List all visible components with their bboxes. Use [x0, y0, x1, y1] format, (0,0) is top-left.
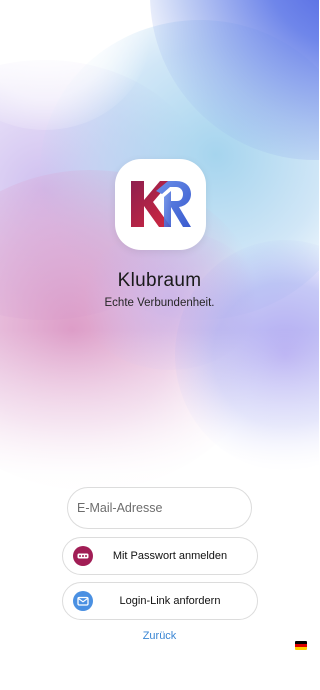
german-flag-icon[interactable] [295, 641, 307, 650]
request-login-link-button[interactable]: Login-Link anfordern [62, 582, 258, 620]
password-login-label: Mit Passwort anmelden [112, 550, 228, 562]
app-name: Klubraum [117, 270, 202, 291]
back-link[interactable]: Zurück [0, 630, 319, 642]
dots-icon [73, 546, 93, 566]
mail-link-icon [73, 591, 93, 611]
app-logo [115, 159, 206, 250]
password-login-button[interactable]: Mit Passwort anmelden [62, 537, 258, 575]
app-tagline: Echte Verbundenheit. [104, 297, 215, 309]
klubraum-logo-icon [131, 181, 191, 227]
login-screen: Klubraum Echte Verbundenheit. Mit Passwo… [0, 0, 319, 690]
request-login-link-label: Login-Link anfordern [119, 595, 221, 607]
email-field[interactable] [67, 487, 252, 529]
